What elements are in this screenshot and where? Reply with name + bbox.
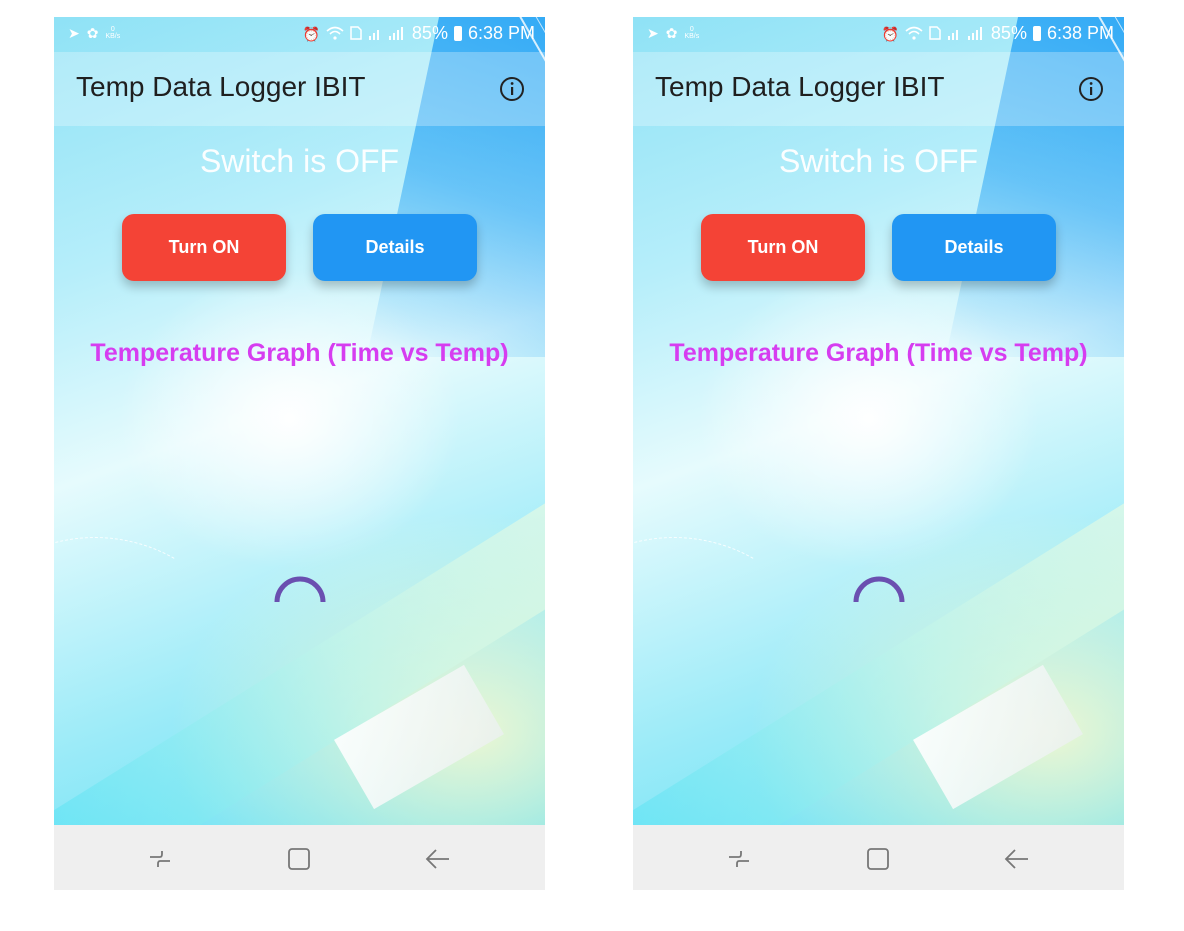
data-rate-value: 0 (110, 26, 115, 33)
graph-title: Temperature Graph (Time vs Temp) (90, 339, 509, 367)
alarm-clock-icon: ⏰ (881, 25, 899, 42)
status-bar: ➤ ✿ 0 KB/s ⏰ 85% 6:38 PM (54, 17, 545, 52)
settings-gear-icon: ✿ (86, 25, 99, 41)
switch-status-text: Switch is OFF (199, 143, 400, 179)
details-button[interactable]: Details (313, 214, 477, 281)
data-rate-unit: KB/s (684, 33, 700, 40)
battery-icon (1032, 26, 1041, 41)
app-title: Temp Data Logger IBIT (655, 71, 945, 102)
back-icon[interactable] (423, 845, 451, 873)
data-rate-icon: 0 KB/s (684, 26, 699, 40)
info-icon[interactable] (499, 76, 525, 102)
battery-icon (453, 26, 462, 41)
wifi-icon (905, 26, 923, 42)
phone-screen-left: ➤ ✿ 0 KB/s ⏰ 85% 6:38 PM Temp Data Logge… (54, 17, 545, 890)
status-bar-right: ⏰ 85% 6:38 PM (881, 23, 1114, 44)
signal-bars-icon (368, 26, 406, 42)
signal-bars-icon (947, 26, 985, 42)
turn-on-button[interactable]: Turn ON (701, 214, 865, 281)
details-button[interactable]: Details (892, 214, 1056, 281)
battery-percent: 85% (411, 23, 448, 43)
recent-apps-icon[interactable] (725, 845, 753, 873)
sim-card-icon (929, 25, 941, 42)
home-icon[interactable] (285, 845, 313, 873)
navigation-bar (54, 825, 545, 890)
sim-card-icon (350, 25, 362, 42)
battery-percent: 85% (990, 23, 1027, 43)
status-time: 6:38 PM (467, 23, 535, 43)
status-bar-left: ➤ ✿ 0 KB/s (68, 26, 120, 40)
navigation-arrow-icon: ➤ (68, 25, 80, 41)
data-rate-unit: KB/s (105, 33, 121, 40)
loading-spinner-icon (853, 576, 905, 603)
status-bar-right: ⏰ 85% 6:38 PM (302, 23, 535, 44)
home-icon[interactable] (864, 845, 892, 873)
graph-title: Temperature Graph (Time vs Temp) (669, 339, 1088, 367)
navigation-arrow-icon: ➤ (647, 25, 659, 41)
settings-gear-icon: ✿ (665, 25, 678, 41)
turn-on-button[interactable]: Turn ON (122, 214, 286, 281)
navigation-bar (633, 825, 1124, 890)
status-bar-left: ➤ ✿ 0 KB/s (647, 26, 699, 40)
recent-apps-icon[interactable] (146, 845, 174, 873)
loading-spinner-icon (274, 576, 326, 603)
app-bar: Temp Data Logger IBIT (633, 52, 1124, 126)
switch-status-text: Switch is OFF (778, 143, 979, 179)
status-bar: ➤ ✿ 0 KB/s ⏰ 85% 6:38 PM (633, 17, 1124, 52)
back-icon[interactable] (1002, 845, 1030, 873)
data-rate-icon: 0 KB/s (105, 26, 120, 40)
app-title: Temp Data Logger IBIT (76, 71, 366, 102)
wifi-icon (326, 26, 344, 42)
status-time: 6:38 PM (1046, 23, 1114, 43)
info-icon[interactable] (1078, 76, 1104, 102)
app-bar: Temp Data Logger IBIT (54, 52, 545, 126)
data-rate-value: 0 (689, 26, 694, 33)
phone-screen-right: ➤ ✿ 0 KB/s ⏰ 85% 6:38 PM Temp Data Logge… (633, 17, 1124, 890)
alarm-clock-icon: ⏰ (302, 25, 320, 42)
